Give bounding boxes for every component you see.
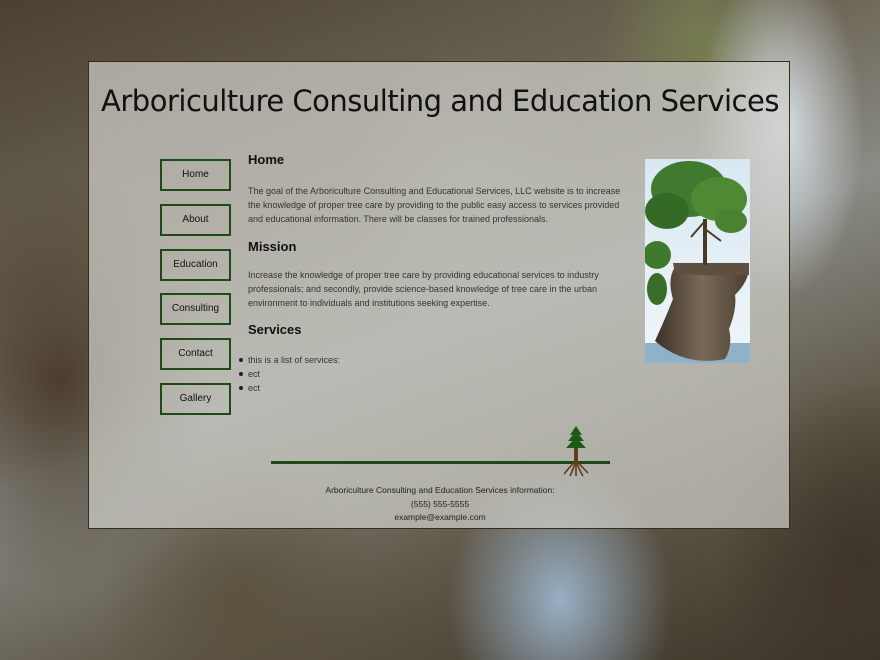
footer: Arboriculture Consulting and Education S… (89, 484, 791, 525)
nav-gallery-button[interactable]: Gallery (160, 382, 231, 415)
footer-phone: (555) 555-5555 (410, 498, 470, 509)
nav-contact-button[interactable]: Contact (160, 338, 231, 371)
mission-heading: Mission (248, 239, 297, 254)
services-list: this is a list of services: ect ect (238, 353, 341, 395)
site-title: Arboriculture Consulting and Education S… (101, 84, 779, 118)
home-heading: Home (248, 152, 285, 167)
main-nav: Home About Education Consulting Contact … (160, 159, 231, 428)
main-panel: Arboriculture Consulting and Education S… (88, 61, 790, 529)
nav-education-button[interactable]: Education (160, 248, 231, 281)
nav-consulting-button[interactable]: Consulting (160, 293, 231, 326)
list-item: ect (238, 367, 340, 381)
tree-icon (561, 426, 591, 478)
list-item: ect (238, 381, 340, 395)
footer-info-label: Arboriculture Consulting and Education S… (325, 485, 555, 495)
list-item: this is a list of services: (238, 355, 341, 365)
nav-home-button[interactable]: Home (160, 159, 231, 191)
home-paragraph: The goal of the Arboriculture Consulting… (248, 186, 621, 224)
footer-email[interactable]: example@example.com (89, 511, 791, 525)
mission-paragraph: Increase the knowledge of proper tree ca… (248, 270, 599, 308)
footer-divider (271, 461, 610, 464)
services-heading: Services (248, 322, 302, 337)
tree-on-rock-photo (645, 159, 750, 363)
nav-about-button[interactable]: About (160, 203, 231, 236)
